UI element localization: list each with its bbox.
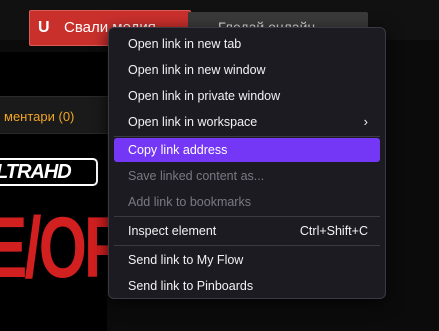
menu-inspect-element[interactable]: Inspect element Ctrl+Shift+C [114, 219, 380, 243]
menu-separator [114, 216, 380, 217]
menu-item-shortcut: Ctrl+Shift+C [299, 224, 368, 238]
menu-item-label: Open link in new tab [128, 37, 242, 51]
menu-item-label: Save linked content as... [128, 169, 265, 183]
menu-save-linked-content: Save linked content as... [114, 164, 380, 188]
menu-item-label: Inspect element [128, 224, 217, 238]
menu-send-to-pinboards[interactable]: Send link to Pinboards [114, 274, 380, 298]
menu-item-label: Copy link address [128, 143, 228, 157]
ultra-hd-logo: LTRAHD [0, 158, 98, 186]
menu-item-label: Open link in new window [128, 63, 266, 77]
menu-separator [114, 245, 380, 246]
download-icon: U [38, 19, 50, 36]
menu-open-private-window[interactable]: Open link in private window [114, 84, 380, 108]
menu-item-label: Send link to My Flow [128, 253, 244, 267]
context-menu: Open link in new tab Open link in new wi… [108, 27, 386, 299]
comments-link[interactable]: ментари (0) [4, 109, 74, 124]
menu-item-label: Open link in private window [128, 89, 281, 103]
menu-item-label: Send link to Pinboards [128, 279, 254, 293]
menu-open-in-workspace[interactable]: Open link in workspace › [114, 110, 380, 134]
menu-separator [114, 136, 380, 137]
menu-copy-link-address[interactable]: Copy link address [114, 138, 380, 162]
menu-send-to-my-flow[interactable]: Send link to My Flow [114, 248, 380, 272]
menu-item-label: Open link in workspace [128, 115, 258, 129]
chevron-right-icon: › [363, 114, 368, 129]
poster-title-text: E/OF [0, 200, 122, 296]
menu-item-label: Add link to bookmarks [128, 195, 251, 209]
menu-open-new-tab[interactable]: Open link in new tab [114, 32, 380, 56]
menu-open-new-window[interactable]: Open link in new window [114, 58, 380, 82]
menu-add-link-bookmarks: Add link to bookmarks [114, 190, 380, 214]
